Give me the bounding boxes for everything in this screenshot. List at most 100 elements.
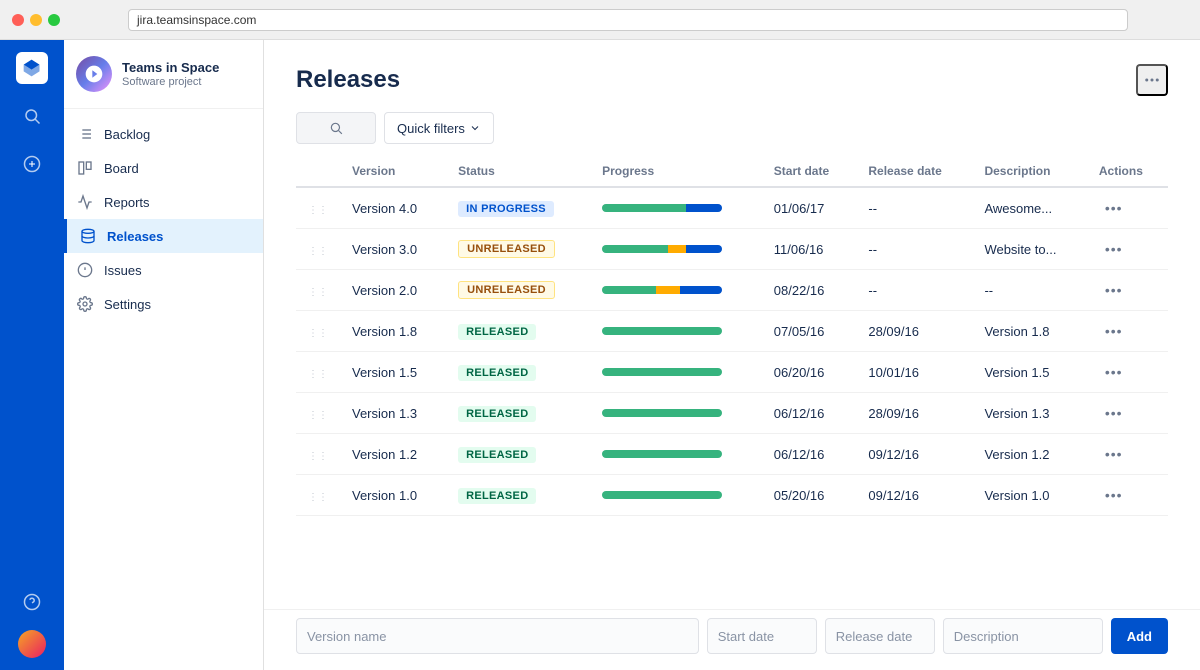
version-cell: Version 1.3 <box>340 393 446 434</box>
sidebar-item-releases[interactable]: Releases <box>64 219 263 253</box>
row-actions-button[interactable]: ••• <box>1099 321 1129 341</box>
list-icon <box>76 125 94 143</box>
actions-cell: ••• <box>1087 352 1168 393</box>
add-version-form: Add <box>264 609 1200 670</box>
progress-bar <box>602 450 722 458</box>
drag-handle[interactable]: ⋮⋮ <box>308 492 328 503</box>
actions-cell: ••• <box>1087 393 1168 434</box>
status-badge: RELEASED <box>458 447 536 463</box>
progress-green <box>602 409 722 417</box>
table-row: ⋮⋮Version 1.0RELEASED 05/20/1609/12/16Ve… <box>296 475 1168 516</box>
gear-icon <box>76 295 94 313</box>
drag-handle[interactable]: ⋮⋮ <box>308 369 328 380</box>
more-options-button[interactable] <box>1136 64 1168 96</box>
sidebar-item-reports[interactable]: Reports <box>64 185 263 219</box>
project-avatar <box>76 56 112 92</box>
start-date-cell: 06/20/16 <box>762 352 857 393</box>
progress-green <box>602 491 722 499</box>
drag-handle[interactable]: ⋮⋮ <box>308 246 328 257</box>
sidebar-item-issues[interactable]: Issues <box>64 253 263 287</box>
start-date-cell: 11/06/16 <box>762 229 857 270</box>
chart-icon <box>76 193 94 211</box>
release-date-cell: -- <box>856 270 972 311</box>
nav-list: Backlog Board Reports <box>64 109 263 329</box>
description-cell: Version 1.0 <box>972 475 1086 516</box>
progress-bar <box>602 245 722 253</box>
drag-handle[interactable]: ⋮⋮ <box>308 328 328 339</box>
drag-handle[interactable]: ⋮⋮ <box>308 451 328 462</box>
start-date-cell: 05/20/16 <box>762 475 857 516</box>
row-actions-button[interactable]: ••• <box>1099 403 1129 423</box>
actions-cell: ••• <box>1087 187 1168 229</box>
status-badge: RELEASED <box>458 488 536 504</box>
main-content: Releases Quick filters <box>264 40 1200 670</box>
drag-handle[interactable]: ⋮⋮ <box>308 287 328 298</box>
row-actions-button[interactable]: ••• <box>1099 280 1129 300</box>
table-row: ⋮⋮Version 1.3RELEASED 06/12/1628/09/16Ve… <box>296 393 1168 434</box>
progress-cell <box>590 311 762 352</box>
description-cell: Version 1.5 <box>972 352 1086 393</box>
row-actions-button[interactable]: ••• <box>1099 485 1129 505</box>
release-date-cell: 10/01/16 <box>856 352 972 393</box>
progress-cell <box>590 393 762 434</box>
url-bar[interactable]: jira.teamsinspace.com <box>128 9 1128 31</box>
releases-icon <box>79 227 97 245</box>
version-cell: Version 1.8 <box>340 311 446 352</box>
col-actions: Actions <box>1087 156 1168 187</box>
drag-handle[interactable]: ⋮⋮ <box>308 410 328 421</box>
table-row: ⋮⋮Version 1.5RELEASED 06/20/1610/01/16Ve… <box>296 352 1168 393</box>
release-date-cell: 28/09/16 <box>856 393 972 434</box>
progress-bar <box>602 491 722 499</box>
status-badge: RELEASED <box>458 365 536 381</box>
row-actions-button[interactable]: ••• <box>1099 444 1129 464</box>
sidebar-item-label: Reports <box>104 195 150 210</box>
actions-cell: ••• <box>1087 434 1168 475</box>
quick-filters-button[interactable]: Quick filters <box>384 112 494 144</box>
status-badge: UNRELEASED <box>458 240 555 258</box>
maximize-button[interactable] <box>48 14 60 26</box>
help-icon[interactable] <box>16 586 48 618</box>
minimize-button[interactable] <box>30 14 42 26</box>
search-box[interactable] <box>296 112 376 144</box>
progress-bar <box>602 327 722 335</box>
col-start-date: Start date <box>762 156 857 187</box>
progress-bar <box>602 286 722 294</box>
releases-table-container: Version Status Progress Start date Relea… <box>264 156 1200 609</box>
version-name-input[interactable] <box>296 618 699 654</box>
add-button[interactable]: Add <box>1111 618 1168 654</box>
actions-cell: ••• <box>1087 311 1168 352</box>
project-type: Software project <box>122 76 219 88</box>
description-input[interactable] <box>943 618 1103 654</box>
start-date-cell: 01/06/17 <box>762 187 857 229</box>
status-cell: RELEASED <box>446 475 590 516</box>
create-icon[interactable] <box>16 148 48 180</box>
progress-bar <box>602 204 722 212</box>
progress-bar <box>602 409 722 417</box>
status-cell: RELEASED <box>446 311 590 352</box>
status-cell: UNRELEASED <box>446 229 590 270</box>
left-rail <box>0 40 64 670</box>
col-release-date: Release date <box>856 156 972 187</box>
table-row: ⋮⋮Version 1.2RELEASED 06/12/1609/12/16Ve… <box>296 434 1168 475</box>
avatar[interactable] <box>18 630 46 658</box>
start-date-input[interactable] <box>707 618 817 654</box>
row-actions-button[interactable]: ••• <box>1099 362 1129 382</box>
progress-cell <box>590 270 762 311</box>
drag-handle[interactable]: ⋮⋮ <box>308 205 328 216</box>
table-row: ⋮⋮Version 4.0IN PROGRESS 01/06/17--Aweso… <box>296 187 1168 229</box>
release-date-input[interactable] <box>825 618 935 654</box>
actions-cell: ••• <box>1087 270 1168 311</box>
table-row: ⋮⋮Version 1.8RELEASED 07/05/1628/09/16Ve… <box>296 311 1168 352</box>
row-actions-button[interactable]: ••• <box>1099 198 1129 218</box>
app-logo[interactable] <box>16 52 48 84</box>
search-icon[interactable] <box>16 100 48 132</box>
sidebar-item-board[interactable]: Board <box>64 151 263 185</box>
sidebar-item-backlog[interactable]: Backlog <box>64 117 263 151</box>
sidebar-item-settings[interactable]: Settings <box>64 287 263 321</box>
close-button[interactable] <box>12 14 24 26</box>
row-actions-button[interactable]: ••• <box>1099 239 1129 259</box>
project-header[interactable]: Teams in Space Software project <box>64 40 263 109</box>
status-cell: RELEASED <box>446 393 590 434</box>
progress-cell <box>590 229 762 270</box>
sidebar-item-label: Releases <box>107 229 163 244</box>
